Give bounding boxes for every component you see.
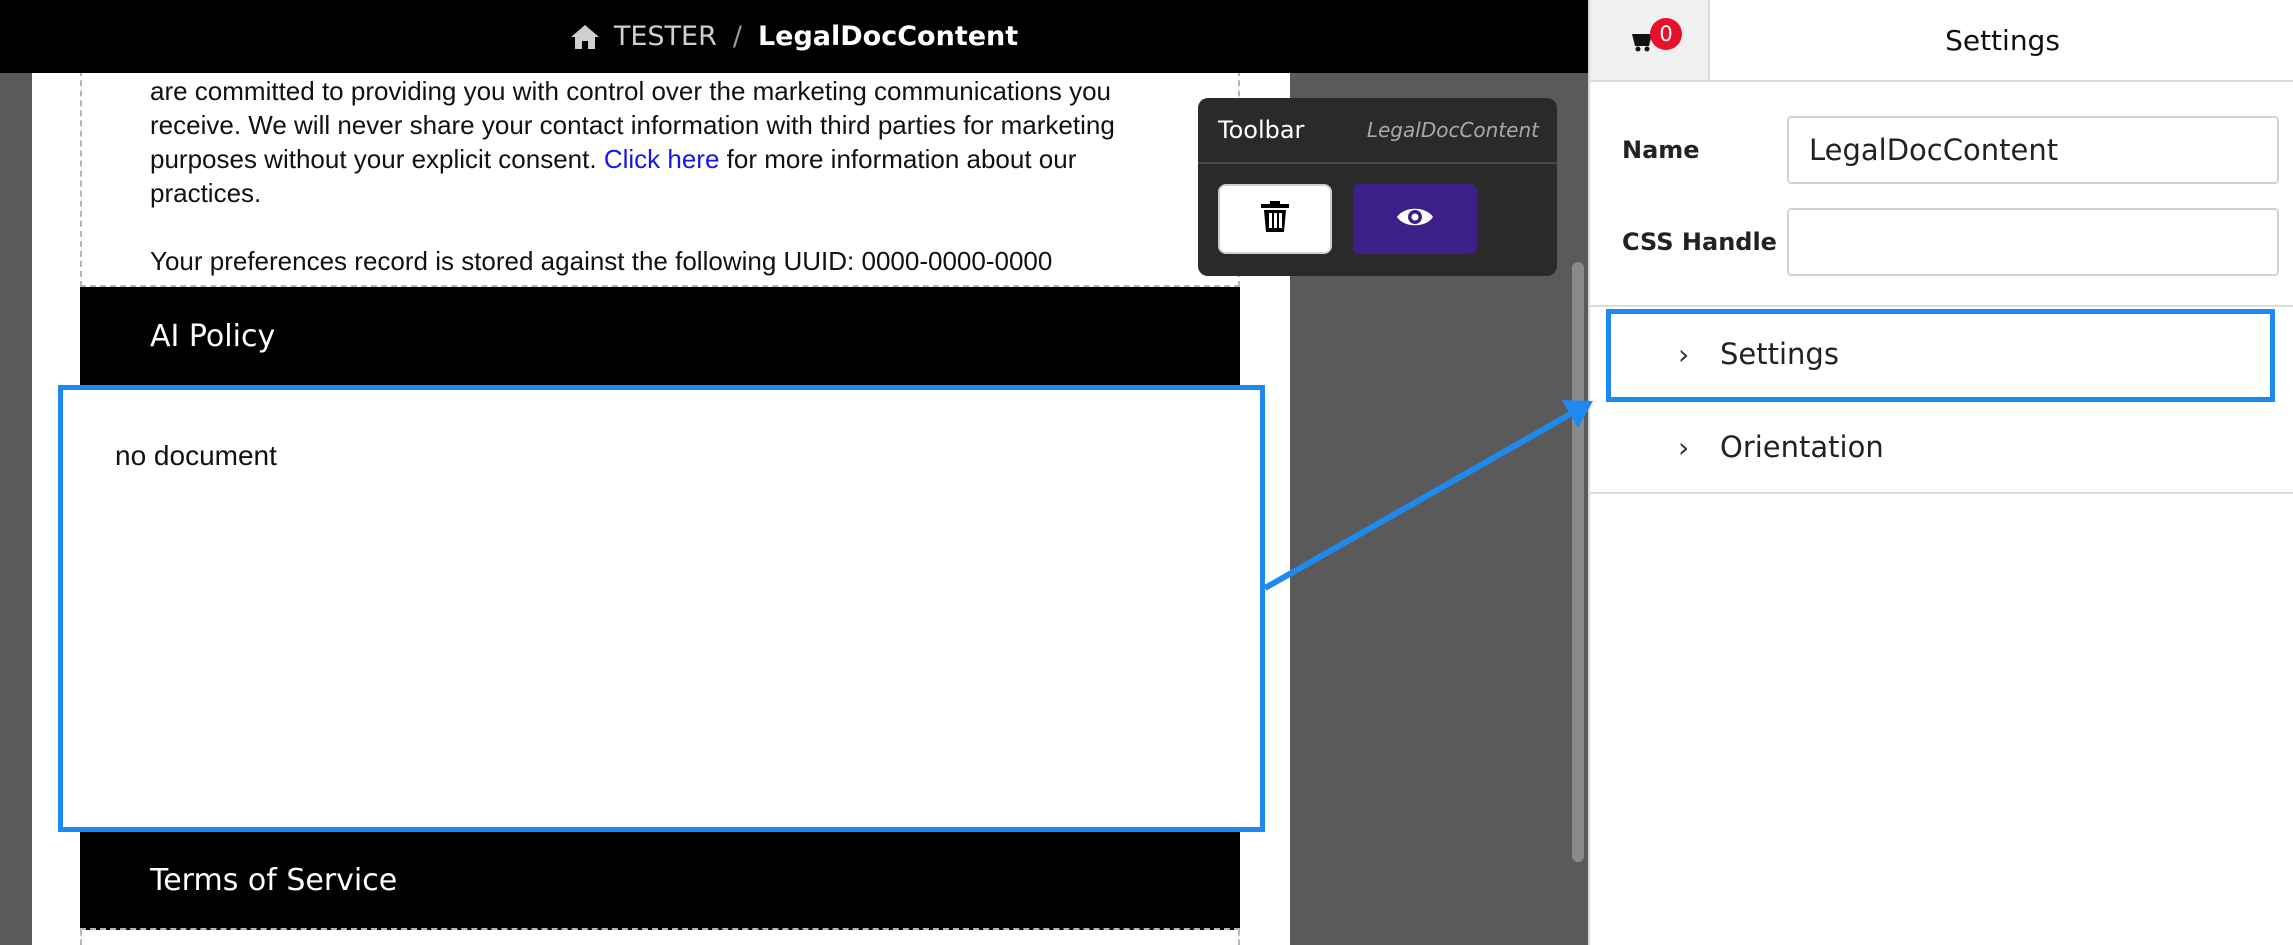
ai-policy-header[interactable]: AI Policy	[80, 287, 1240, 385]
breadcrumb-root[interactable]: TESTER	[614, 21, 717, 52]
terms-of-service-title: Terms of Service	[150, 862, 398, 898]
eye-icon	[1396, 204, 1434, 234]
preview-button[interactable]	[1353, 184, 1477, 254]
cart-tab[interactable]: 0	[1590, 0, 1710, 82]
floating-toolbar: Toolbar LegalDocContent	[1198, 98, 1557, 276]
accordion-orientation[interactable]: › Orientation	[1590, 402, 2293, 494]
css-handle-field[interactable]	[1787, 208, 2279, 276]
terms-content-block	[80, 930, 1240, 945]
cart-badge: 0	[1650, 18, 1682, 50]
ai-policy-title: AI Policy	[150, 318, 276, 354]
breadcrumb-current: LegalDocContent	[757, 21, 1019, 52]
chevron-right-icon: ›	[1678, 430, 1690, 464]
toolbar-subtitle: LegalDocContent	[1366, 118, 1539, 142]
name-label: Name	[1622, 136, 1700, 164]
home-icon[interactable]	[570, 24, 600, 50]
toolbar-header: Toolbar LegalDocContent	[1198, 98, 1557, 164]
uuid-paragraph: Your preferences record is stored agains…	[150, 246, 1053, 276]
name-field[interactable]	[1787, 116, 2279, 184]
css-handle-label: CSS Handle	[1622, 228, 1777, 256]
no-document-text: no document	[115, 440, 277, 471]
canvas-scrollbar[interactable]	[1572, 262, 1584, 862]
toolbar-title: Toolbar	[1218, 116, 1305, 144]
terms-of-service-header[interactable]: Terms of Service	[80, 832, 1240, 930]
selected-legal-doc-block[interactable]: no document	[58, 385, 1265, 832]
panel-divider	[1590, 305, 2293, 307]
settings-highlight-box	[1606, 309, 2275, 402]
trash-icon	[1261, 201, 1289, 237]
delete-button[interactable]	[1218, 184, 1332, 254]
settings-panel: 0 Settings Name CSS Handle › Settings › …	[1588, 0, 2293, 945]
marketing-paragraph: are committed to providing you with cont…	[150, 76, 1115, 208]
click-here-link[interactable]: Click here	[604, 144, 720, 174]
breadcrumb-separator: /	[732, 21, 742, 52]
breadcrumb: TESTER / LegalDocContent	[0, 0, 1588, 73]
panel-title: Settings	[1710, 0, 2293, 82]
intro-text: are committed to providing you with cont…	[150, 74, 1170, 278]
accordion-orientation-label: Orientation	[1720, 430, 1884, 464]
